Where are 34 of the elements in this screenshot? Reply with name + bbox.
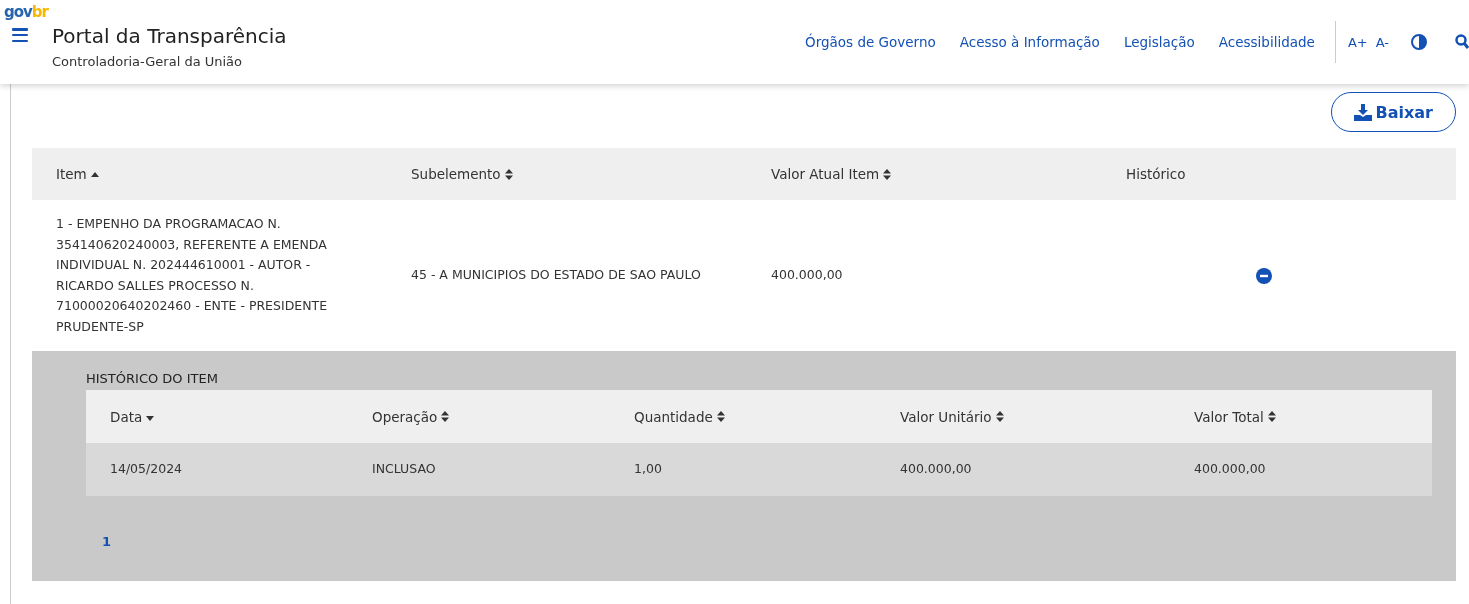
download-icon xyxy=(1353,103,1372,121)
column-header[interactable]: Histórico xyxy=(1102,148,1456,200)
nav-link[interactable]: Órgãos de Governo xyxy=(805,34,936,50)
table-cell: 1,00 xyxy=(610,443,876,496)
site-title: Portal da Transparência xyxy=(52,24,287,48)
menu-button[interactable] xyxy=(12,28,28,42)
font-size-button[interactable]: A- xyxy=(1375,34,1389,50)
column-header[interactable]: Item xyxy=(32,148,387,200)
table-cell-text: 400.000,00 xyxy=(770,266,844,285)
download-button[interactable]: Baixar xyxy=(1330,92,1456,132)
column-header[interactable]: Valor Total xyxy=(1170,390,1432,443)
site-subtitle: Controladoria-Geral da União xyxy=(52,54,244,69)
contrast-icon[interactable] xyxy=(1411,34,1427,50)
column-header[interactable]: Valor Atual Item xyxy=(747,148,1102,200)
column-header[interactable]: Valor Unitário xyxy=(876,390,1170,443)
table-cell: 400.000,00 xyxy=(1170,443,1432,496)
table-cell: 400.000,00 xyxy=(876,443,1170,496)
column-header[interactable]: Quantidade xyxy=(610,390,876,443)
column-header[interactable]: Operação xyxy=(348,390,610,443)
column-header[interactable]: Subelemento xyxy=(387,148,747,200)
nav-link[interactable]: Acessibilidade xyxy=(1218,34,1315,50)
nav-link[interactable]: Legislação xyxy=(1123,34,1195,50)
gov-logo: govbr xyxy=(4,4,50,20)
search-icon[interactable] xyxy=(1455,34,1469,50)
page-link[interactable]: 1 xyxy=(98,534,116,549)
table-cell: INCLUSAO xyxy=(348,443,610,496)
column-header[interactable]: Data xyxy=(86,390,348,443)
history-title: HISTÓRICO DO ITEM xyxy=(86,371,219,386)
font-size-button[interactable]: A+ xyxy=(1347,34,1368,50)
table-cell: 14/05/2024 xyxy=(86,443,348,496)
collapse-icon[interactable] xyxy=(1256,267,1272,284)
table-cell-text: 1 - EMPENHO DA PROGRAMACAO N. 354140620240003, REFERENTE A EMENDA INDIVIDUAL N. 202444610001 - AUTOR - RICARDO SALLES PROCESSO N. 71000020640202460 - ENTE - PRESIDENTE PRUDENTE-SP xyxy=(55,215,329,336)
nav-link[interactable]: Acesso à Informação xyxy=(959,34,1100,50)
table-cell-text: 45 - A MUNICIPIOS DO ESTADO DE SAO PAULO xyxy=(410,266,702,285)
